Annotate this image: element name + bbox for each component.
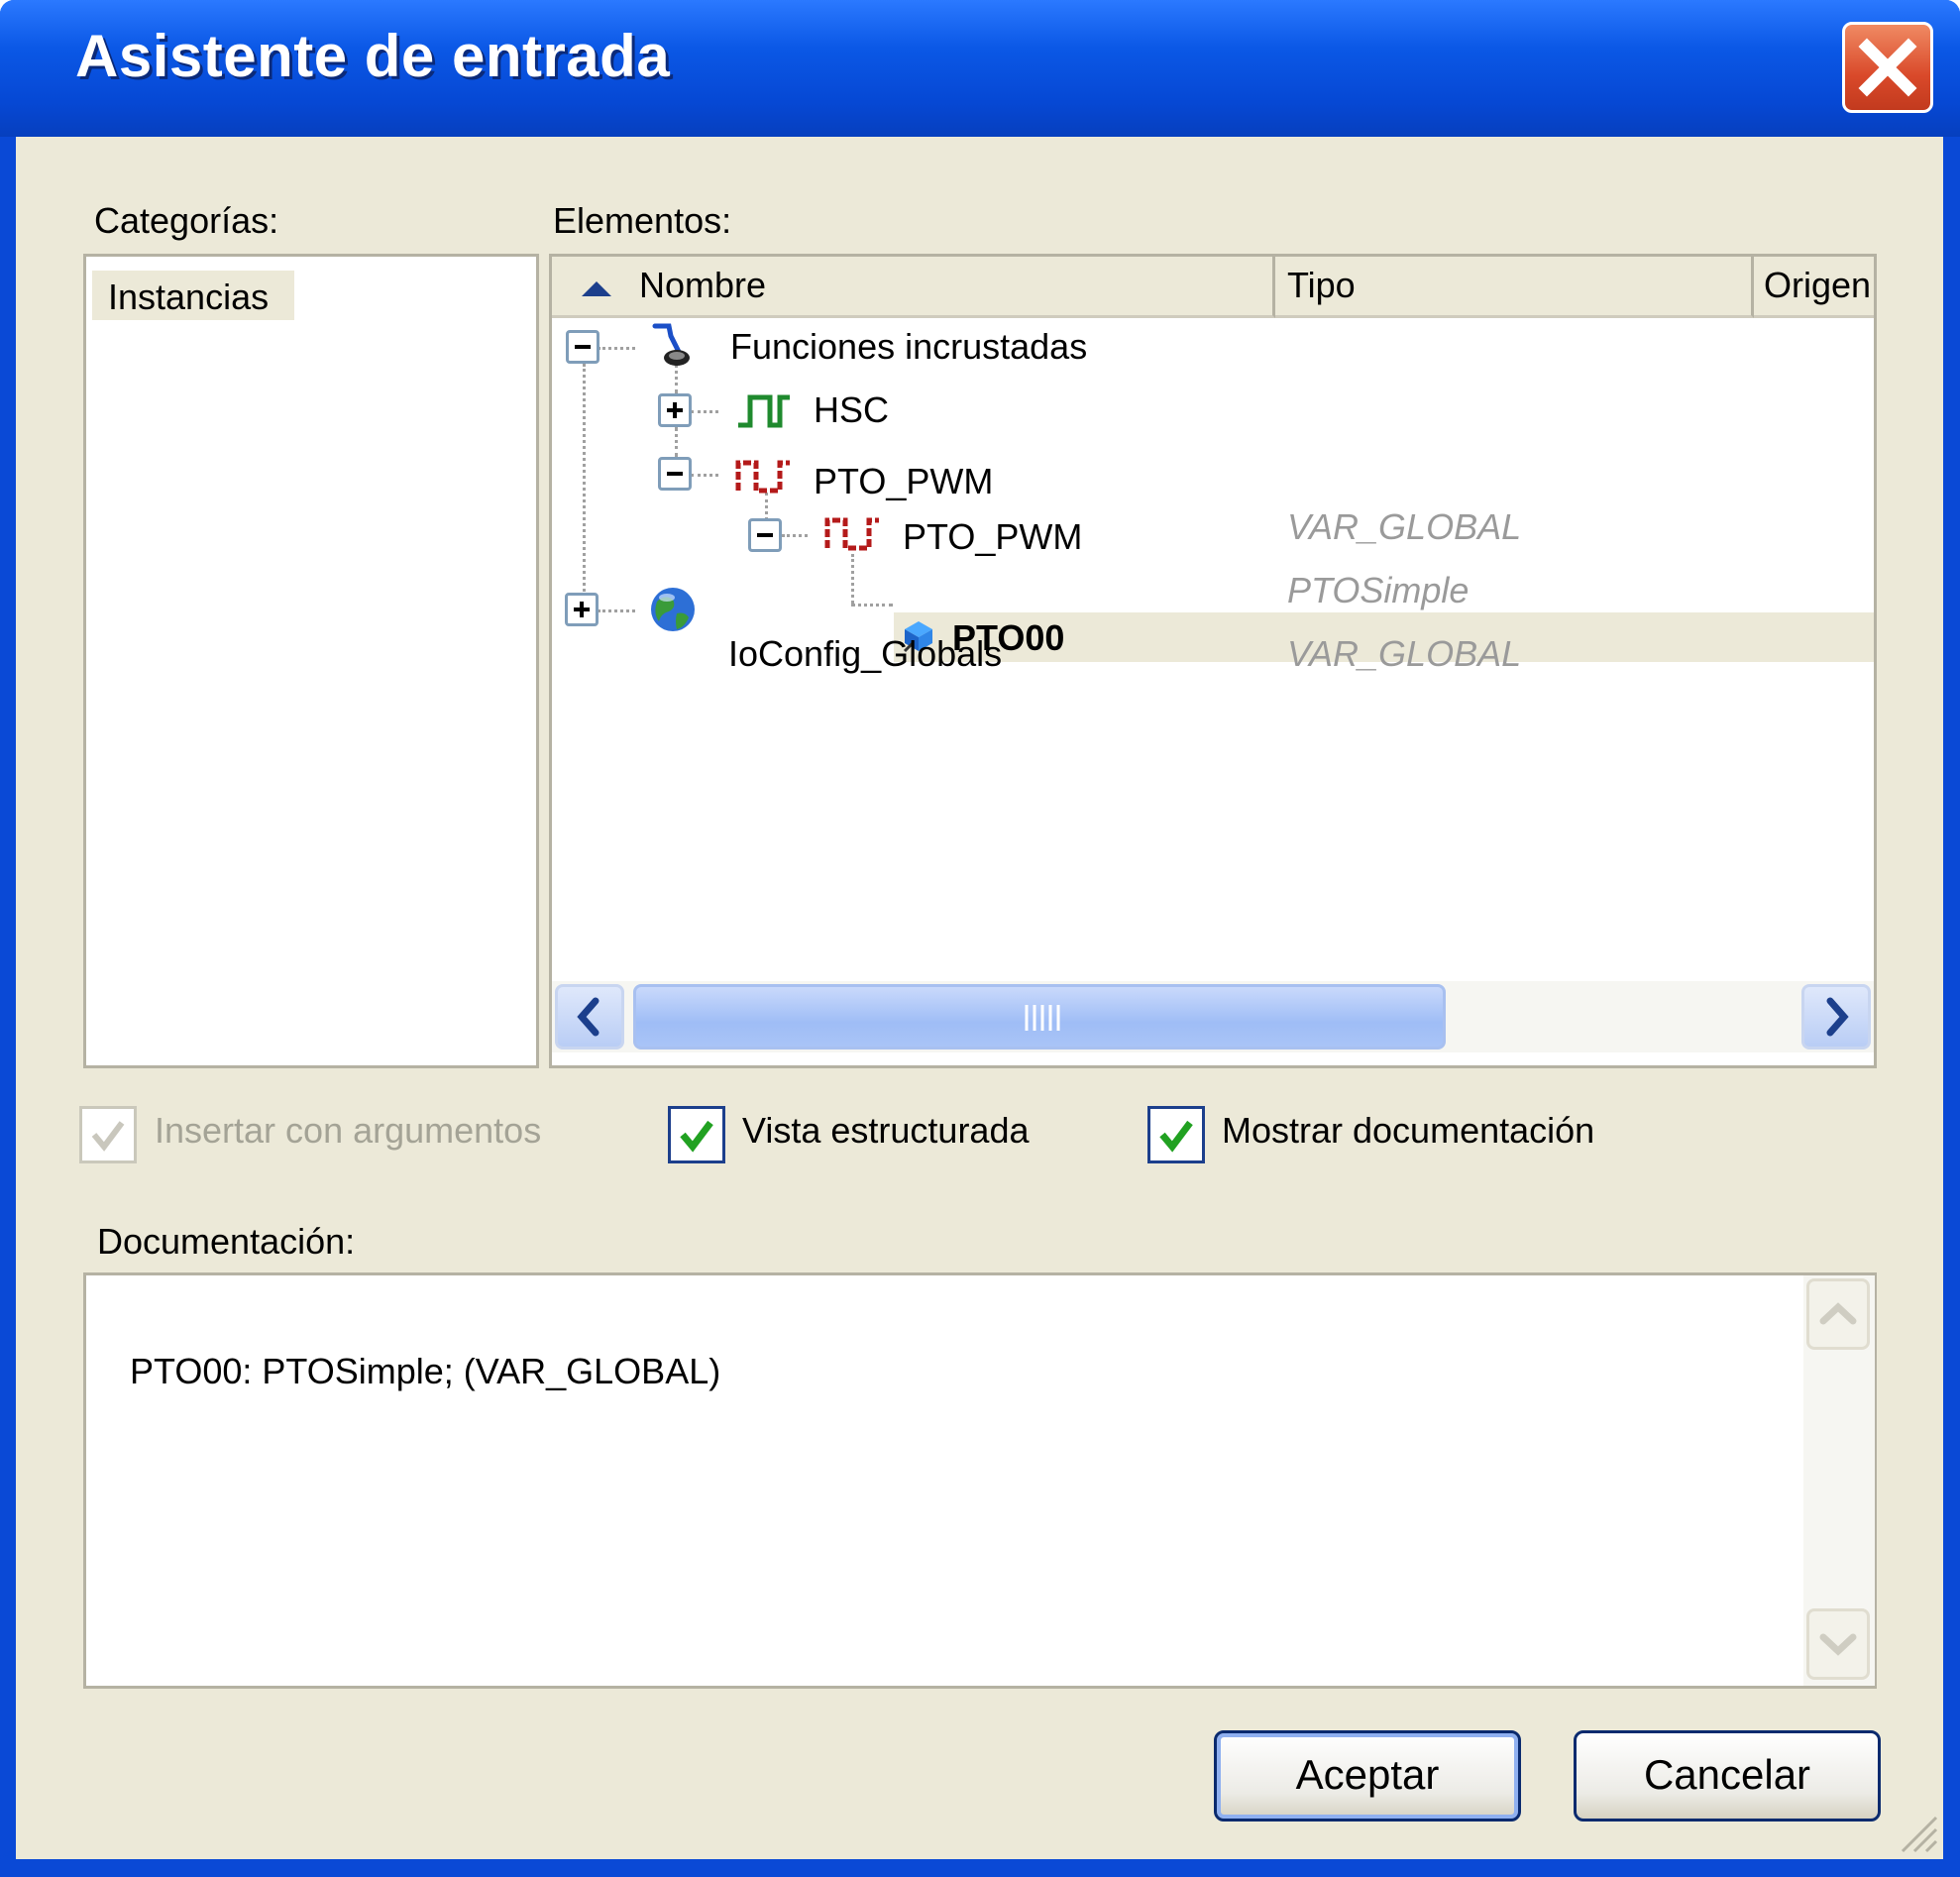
pulse-red-icon	[824, 517, 879, 551]
collapse-pto-pwm-var-button[interactable]	[748, 518, 782, 552]
column-header-origin[interactable]: Origen	[1754, 257, 1874, 318]
dialog-window: Asistente de entrada Categorías: Instanc…	[0, 0, 1960, 1877]
chevron-right-icon	[1826, 997, 1849, 1037]
tree-item-pto-pwm-group[interactable]: PTO_PWM	[814, 461, 993, 502]
minus-icon	[757, 533, 773, 537]
chevron-left-icon	[577, 997, 599, 1037]
tree-item-pto-pwm-var-type: VAR_GLOBAL	[1287, 506, 1522, 547]
resize-grip-icon[interactable]	[1897, 1812, 1940, 1855]
tree-line	[598, 347, 635, 350]
tree-item-pto00-type: PTOSimple	[1287, 570, 1470, 610]
checkmark-icon	[680, 1120, 713, 1153]
scroll-up-button[interactable]	[1806, 1278, 1870, 1350]
window-title: Asistente de entrada	[75, 23, 671, 89]
tree-line	[851, 554, 854, 604]
categories-label: Categorías:	[94, 200, 279, 241]
elements-tree-table[interactable]: Nombre Tipo Origen Funciones incrustadas…	[549, 254, 1877, 1068]
cancel-button[interactable]: Cancelar	[1574, 1730, 1881, 1822]
pulse-red-icon	[735, 460, 790, 494]
tree-item-pto-pwm-var[interactable]: PTO_PWM	[903, 516, 1082, 558]
tree-line	[598, 609, 635, 612]
tree-line	[782, 534, 808, 537]
collapse-functions-button[interactable]	[566, 330, 599, 364]
documentation-text: PTO00: PTOSimple; (VAR_GLOBAL)	[130, 1351, 721, 1391]
categories-list[interactable]: Instancias	[83, 254, 539, 1068]
documentation-label: Documentación:	[97, 1221, 356, 1262]
vertical-scrollbar[interactable]	[1803, 1275, 1875, 1686]
category-item-label: Instancias	[108, 276, 270, 317]
title-bar[interactable]: Asistente de entrada	[0, 0, 1960, 137]
column-origin-label: Origen	[1764, 265, 1872, 305]
tree-item-ioconfig-type: VAR_GLOBAL	[1287, 633, 1522, 674]
ok-button-label: Aceptar	[1295, 1751, 1440, 1798]
column-header-type[interactable]: Tipo	[1275, 257, 1754, 318]
tree-item-functions[interactable]: Funciones incrustadas	[730, 326, 1087, 368]
checkmark-icon	[1159, 1120, 1193, 1153]
structured-view-checkbox[interactable]	[668, 1106, 725, 1163]
chevron-up-icon	[1819, 1302, 1857, 1325]
plus-icon	[667, 402, 683, 418]
column-name-label: Nombre	[639, 265, 767, 305]
insert-args-checkbox[interactable]	[79, 1106, 137, 1163]
tree-item-hsc[interactable]: HSC	[814, 389, 889, 431]
tree-line	[691, 410, 718, 413]
plus-icon	[574, 602, 590, 617]
pulse-green-icon	[738, 394, 790, 428]
minus-icon	[667, 472, 683, 476]
show-docs-label: Mostrar documentación	[1222, 1110, 1595, 1151]
close-x-icon	[1858, 38, 1917, 97]
scroll-left-button[interactable]	[555, 984, 624, 1049]
tree-line	[583, 364, 586, 609]
sort-ascending-icon	[582, 281, 611, 296]
insert-args-label: Insertar con argumentos	[155, 1110, 542, 1151]
elements-label: Elementos:	[553, 200, 732, 241]
close-button[interactable]	[1842, 22, 1933, 113]
cancel-button-label: Cancelar	[1643, 1751, 1811, 1798]
scroll-thumb[interactable]	[633, 984, 1446, 1049]
globe-icon	[651, 588, 695, 631]
category-item-instancias[interactable]: Instancias	[92, 271, 294, 320]
checkmark-icon	[91, 1121, 125, 1152]
tree-item-ioconfig[interactable]: IoConfig_Globals	[728, 633, 1002, 675]
scroll-right-button[interactable]	[1801, 984, 1871, 1049]
ok-button[interactable]: Aceptar	[1214, 1730, 1521, 1822]
scroll-down-button[interactable]	[1806, 1608, 1870, 1680]
collapse-pto-pwm-group-button[interactable]	[658, 457, 692, 491]
tree-line	[691, 474, 718, 477]
expand-ioconfig-button[interactable]	[565, 593, 599, 626]
column-header-name[interactable]: Nombre	[552, 257, 1275, 318]
documentation-area[interactable]: PTO00: PTOSimple; (VAR_GLOBAL)	[83, 1272, 1877, 1689]
grip-icon	[1025, 1005, 1060, 1031]
minus-icon	[575, 345, 591, 349]
tree-line	[675, 427, 678, 457]
show-docs-checkbox[interactable]	[1147, 1106, 1205, 1163]
expand-hsc-button[interactable]	[658, 393, 692, 427]
column-type-label: Tipo	[1287, 265, 1356, 305]
dialog-body: Categorías: Instancias Elementos: Nombre…	[16, 137, 1943, 1859]
chevron-down-icon	[1819, 1633, 1857, 1656]
tree-line	[851, 604, 893, 607]
structured-view-label: Vista estructurada	[742, 1110, 1030, 1151]
embedded-functions-icon	[652, 323, 690, 366]
horizontal-scrollbar[interactable]	[552, 981, 1874, 1052]
